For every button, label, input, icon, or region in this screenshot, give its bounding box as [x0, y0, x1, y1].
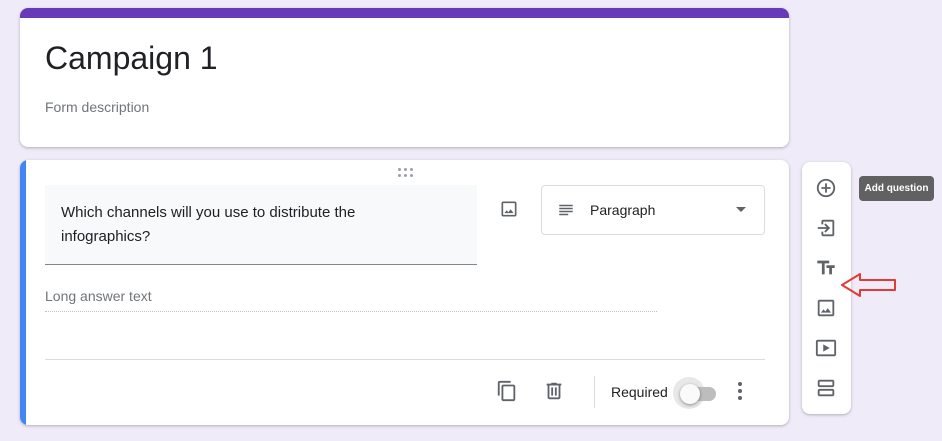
add-question-button[interactable] [814, 176, 838, 200]
video-icon [815, 339, 837, 357]
add-section-button[interactable] [814, 376, 838, 400]
add-image-button[interactable] [814, 296, 838, 320]
theme-accent-bar [20, 8, 789, 18]
add-circle-icon [816, 178, 836, 198]
trash-icon [546, 382, 562, 400]
toggle-thumb [680, 384, 700, 404]
paragraph-icon [559, 204, 573, 216]
form-description-field[interactable]: Form description [45, 99, 149, 115]
form-title[interactable]: Campaign 1 [45, 40, 218, 77]
copy-icon [497, 380, 516, 402]
text-fields-icon [817, 260, 835, 275]
image-icon [817, 299, 835, 317]
section-icon [817, 379, 835, 397]
add-question-tooltip: Add question [859, 176, 934, 201]
delete-button[interactable] [539, 376, 569, 406]
active-indicator [20, 160, 26, 425]
more-options-button[interactable] [730, 376, 750, 406]
annotation-arrow-icon [841, 273, 896, 297]
footer-divider [45, 359, 765, 360]
add-image-to-question-button[interactable] [494, 194, 524, 224]
import-questions-button[interactable] [814, 216, 838, 240]
question-type-label: Paragraph [590, 202, 656, 218]
form-title-card[interactable]: Campaign 1 Form description [20, 8, 789, 147]
question-card[interactable]: Which channels will you use to distribut… [20, 160, 789, 425]
chevron-down-icon [736, 207, 746, 212]
answer-underline [45, 311, 657, 312]
more-vert-icon [738, 382, 742, 386]
required-toggle[interactable] [673, 377, 719, 409]
import-icon [817, 219, 835, 237]
duplicate-button[interactable] [492, 376, 522, 406]
footer-separator [594, 376, 595, 408]
image-icon [501, 201, 517, 217]
long-answer-placeholder: Long answer text [45, 288, 152, 304]
add-video-button[interactable] [814, 336, 838, 360]
question-type-dropdown[interactable]: Paragraph [541, 185, 765, 235]
drag-handle-icon[interactable] [398, 168, 414, 178]
question-title-text: Which channels will you use to distribut… [61, 204, 356, 245]
required-label: Required [611, 384, 668, 400]
add-title-button[interactable] [814, 256, 838, 280]
question-title-input[interactable]: Which channels will you use to distribut… [45, 185, 477, 265]
